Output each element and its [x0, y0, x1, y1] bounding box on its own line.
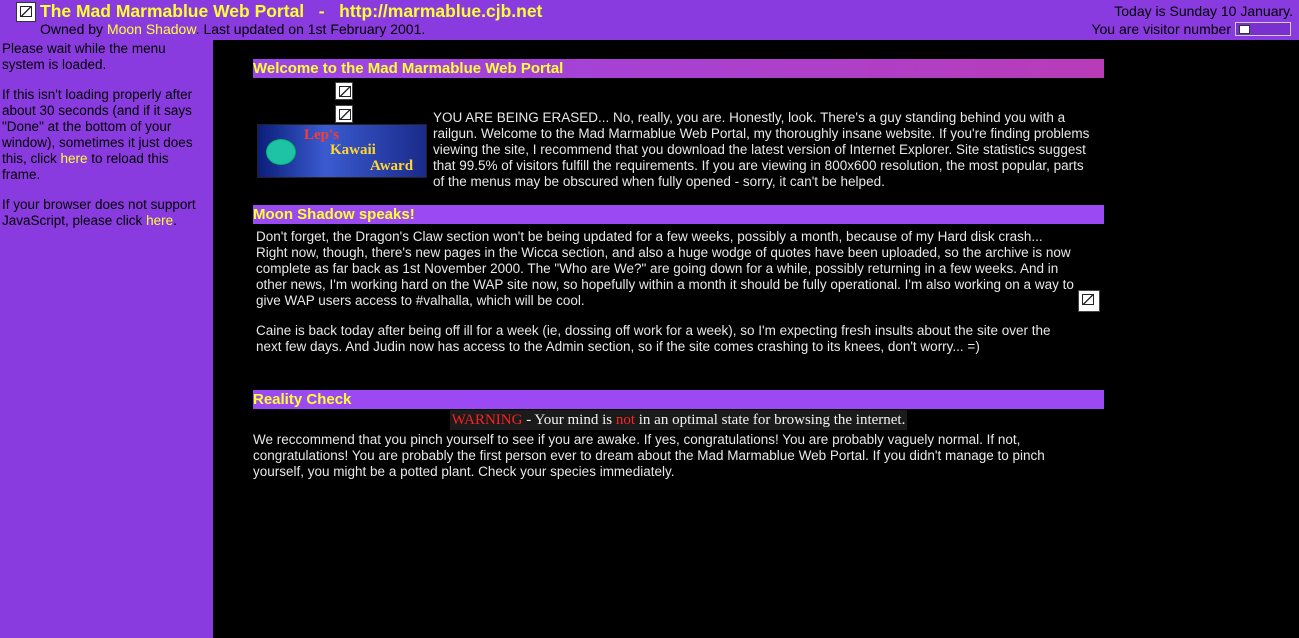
reality-section: WARNING - Your mind is not in an optimal…	[253, 410, 1104, 480]
warning-not: not	[615, 412, 635, 428]
warning-box: WARNING - Your mind is not in an optimal…	[449, 410, 908, 430]
reality-text: We reccommend that you pinch yourself to…	[253, 432, 1045, 479]
broken-image-icon	[1078, 290, 1100, 312]
speaks-section: Don't forget, the Dragon's Claw section …	[253, 224, 1104, 390]
speaks-text: Don't forget, the Dragon's Claw section …	[256, 229, 1074, 369]
visitor-counter-line: You are visitor number	[1091, 21, 1291, 37]
award-text-line2: Kawaii	[330, 142, 376, 158]
warning-text-end: in an optimal state for browsing the int…	[635, 412, 906, 428]
reality-heading: Reality Check	[253, 390, 1104, 409]
owner-name-link[interactable]: Moon Shadow	[107, 21, 196, 37]
warning-banner: WARNING - Your mind is not in an optimal…	[253, 410, 1104, 430]
kawaii-award-banner[interactable]: Lep's Kawaii Award	[257, 124, 427, 178]
reload-link[interactable]: here	[61, 151, 88, 166]
award-text-line3: Award	[370, 158, 414, 174]
warning-label: WARNING	[451, 412, 523, 428]
last-updated: . Last updated on 1st February 2001.	[195, 21, 426, 37]
no-javascript-link[interactable]: here	[146, 213, 173, 228]
sidebar-menu-frame: Please wait while the menu system is loa…	[0, 40, 213, 638]
news-paragraph: Don't forget, the Dragon's Claw section …	[256, 229, 1074, 308]
loading-message: Please wait while the menu system is loa…	[2, 41, 166, 72]
main-content: Welcome to the Mad Marmablue Web Portal …	[253, 59, 1104, 480]
no-js-end: .	[173, 213, 177, 228]
broken-image-icon	[335, 82, 353, 100]
alien-mascot-icon	[266, 139, 296, 165]
no-javascript-hint: If your browser does not support JavaScr…	[2, 197, 210, 229]
speaks-heading: Moon Shadow speaks!	[253, 205, 1104, 224]
welcome-heading: Welcome to the Mad Marmablue Web Portal	[253, 59, 1104, 78]
visitor-counter-image	[1235, 22, 1291, 36]
news-paragraph: Caine is back today after being off ill …	[256, 323, 1051, 354]
owner-line: Owned by Moon Shadow. Last updated on 1s…	[40, 21, 425, 37]
broken-image-icon	[16, 2, 36, 22]
award-text-line1: Lep's	[304, 127, 340, 143]
owner-prefix: Owned by	[40, 21, 107, 37]
welcome-text: YOU ARE BEING ERASED... No, really, you …	[433, 110, 1090, 189]
broken-image-icon	[335, 105, 353, 123]
today-date: Today is Sunday 10 January.	[1114, 3, 1293, 19]
visitor-label: You are visitor number	[1091, 21, 1231, 37]
reload-hint: If this isn't loading properly after abo…	[2, 87, 210, 183]
welcome-section: Lep's Kawaii Award YOU ARE BEING ERASED.…	[253, 78, 1104, 196]
warning-text: - Your mind is	[522, 412, 616, 428]
header-bar: The Mad Marmablue Web Portal - http://ma…	[0, 0, 1299, 40]
site-title: The Mad Marmablue Web Portal - http://ma…	[40, 1, 543, 21]
